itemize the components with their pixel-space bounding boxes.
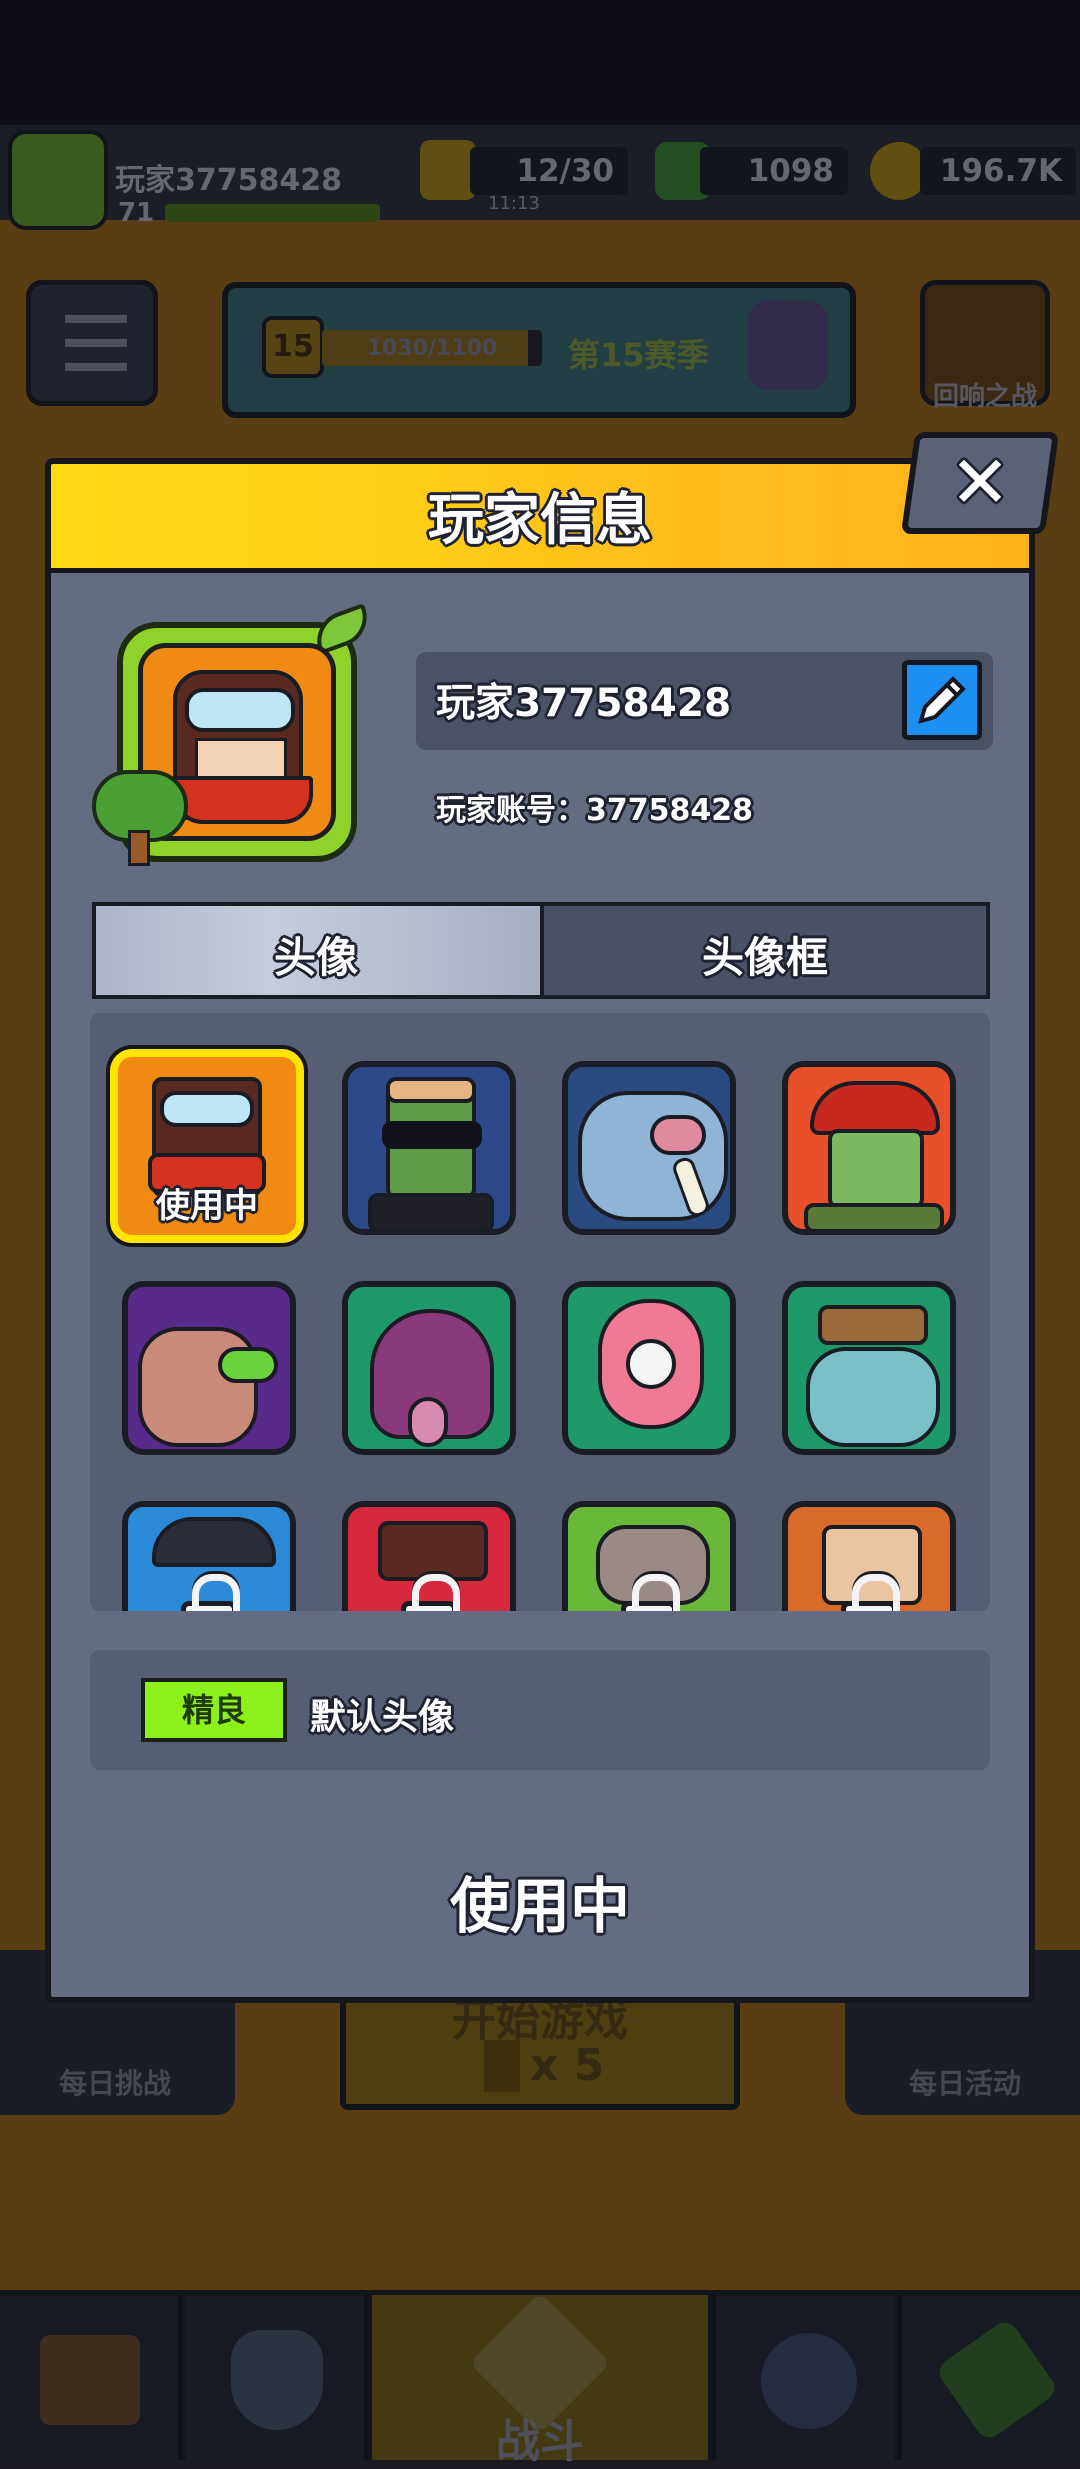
player-name: 玩家37758428 <box>436 681 732 726</box>
in-use-badge: 使用中 <box>156 1186 258 1226</box>
avatar-grid: 使用中 <box>90 1013 990 1611</box>
avatar-option-locked-orange[interactable] <box>782 1501 956 1611</box>
lock-icon <box>621 1573 680 1611</box>
suit <box>368 1193 494 1229</box>
account-id: 玩家账号：37758428 <box>436 793 753 828</box>
hair <box>378 1521 488 1581</box>
pencil-icon <box>918 676 966 724</box>
avatar-face <box>195 738 287 780</box>
dialog-title: 玩家信息 <box>428 488 652 553</box>
avatar-option-boar[interactable] <box>562 1061 736 1235</box>
lock-icon <box>841 1573 900 1611</box>
pirate-ship <box>818 1305 928 1345</box>
avatar-option-soldier-zombie[interactable] <box>782 1061 956 1235</box>
flower-mouth <box>626 1339 676 1389</box>
tab-avatar-frame-label: 头像框 <box>701 933 828 982</box>
green-eyes <box>218 1347 278 1383</box>
zombie-face <box>828 1129 924 1209</box>
tentacle <box>408 1397 448 1447</box>
avatar-option-locked-red[interactable] <box>342 1501 516 1611</box>
fish-body <box>806 1347 940 1447</box>
sunglasses-icon <box>382 1121 482 1149</box>
boar-snout <box>650 1115 706 1155</box>
avatar-option-mushroom-monster[interactable] <box>122 1281 296 1455</box>
red-scarf <box>173 776 313 824</box>
avatar-option-agent-zombie[interactable] <box>342 1061 516 1235</box>
uniform <box>804 1203 944 1229</box>
goggles <box>160 1091 254 1127</box>
hair <box>386 1077 476 1103</box>
pirate-hat-icon <box>152 1517 276 1567</box>
close-icon[interactable]: ✕ <box>908 440 1052 524</box>
rarity-badge: 精良 <box>141 1678 287 1742</box>
in-use-status: 使用中 <box>450 1872 630 1942</box>
goggles <box>185 688 295 732</box>
selected-avatar-name: 默认头像 <box>310 1697 455 1738</box>
edit-name-button[interactable] <box>902 660 982 740</box>
tree-trunk <box>128 830 150 866</box>
lock-icon <box>401 1573 460 1611</box>
avatar-option-flower-monster[interactable] <box>562 1281 736 1455</box>
avatar-option-cat[interactable] <box>562 1501 736 1611</box>
lock-icon <box>181 1573 240 1611</box>
avatar-option-purple-beast[interactable] <box>342 1281 516 1455</box>
monster-body <box>138 1327 258 1447</box>
avatar-option-pirate-captain[interactable] <box>122 1501 296 1611</box>
avatar-option-pirate-fish[interactable] <box>782 1281 956 1455</box>
tab-avatar-label: 头像 <box>273 933 358 982</box>
avatar-option-default[interactable]: 使用中 <box>110 1049 304 1243</box>
beret <box>810 1081 940 1135</box>
